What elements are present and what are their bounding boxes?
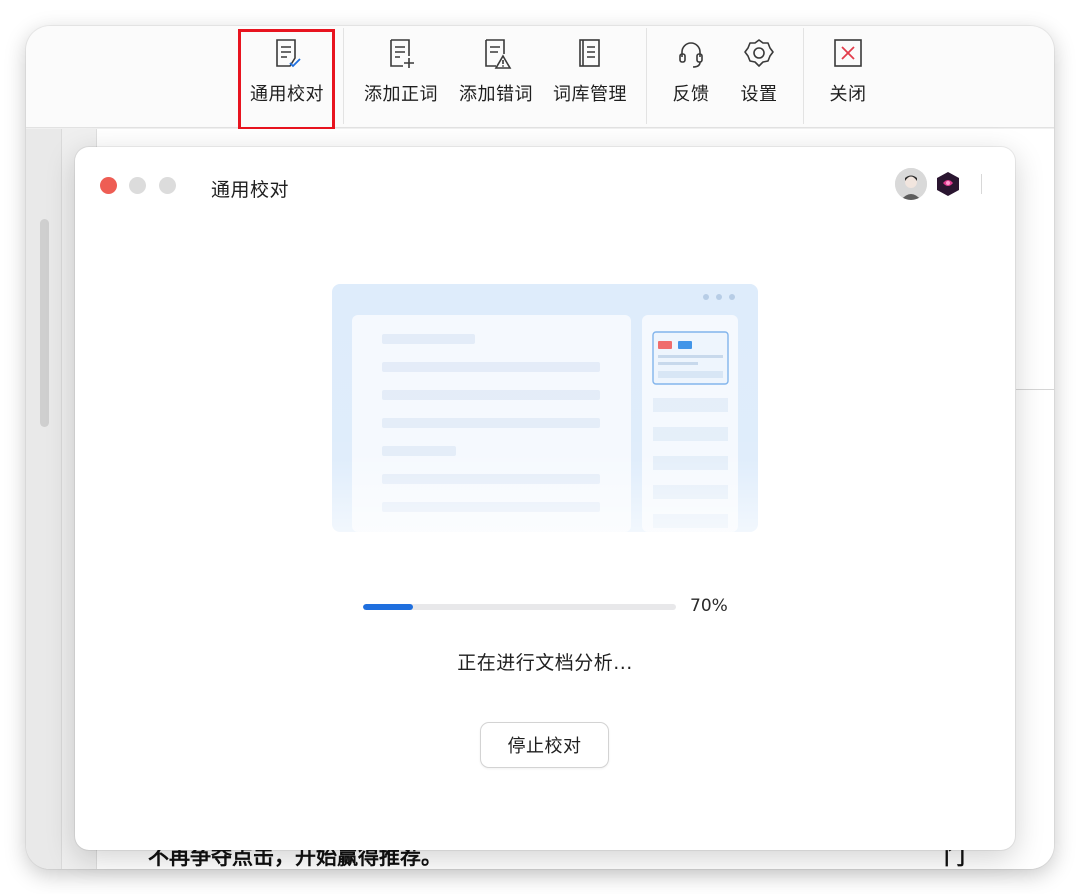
window-zoom-button[interactable] [159, 177, 176, 194]
add-wrong-word-button[interactable]: 添加错词 [457, 26, 535, 128]
settings-button[interactable]: 设置 [734, 26, 784, 128]
book-icon [579, 39, 600, 67]
document-add-icon [390, 39, 414, 68]
progress-fill [363, 604, 414, 610]
stop-proofread-button[interactable]: 停止校对 [480, 722, 609, 768]
toolbar-item-label: 词库管理 [553, 84, 627, 105]
window-close-button[interactable] [100, 177, 117, 194]
document-check-icon [276, 39, 301, 68]
status-message: 正在进行文档分析... [457, 652, 633, 674]
lexicon-manage-button[interactable]: 词库管理 [551, 26, 629, 128]
headset-icon [679, 42, 703, 68]
document-divider [1016, 389, 1054, 390]
add-correct-word-button[interactable]: 添加正词 [362, 26, 440, 128]
progress-percent: 70% [690, 596, 728, 616]
header-divider [981, 174, 982, 194]
close-box-icon [834, 39, 862, 67]
toolbar: 通用校对 添加正词 添加错词 词库管理 反馈 设置 关闭 [26, 26, 1054, 130]
close-panel-button[interactable]: 关闭 [823, 26, 873, 128]
feedback-button[interactable]: 反馈 [666, 26, 716, 128]
toolbar-divider [343, 28, 344, 124]
dialog-title: 通用校对 [211, 179, 290, 201]
progress-bar [363, 604, 676, 610]
document-analysis-illustration [332, 284, 758, 532]
general-proofread-button[interactable]: 通用校对 [248, 26, 326, 128]
gear-icon [744, 39, 774, 67]
user-avatar-icon [895, 168, 927, 200]
toolbar-item-label: 添加正词 [364, 84, 438, 105]
avatar[interactable] [895, 168, 927, 200]
toolbar-item-label: 通用校对 [250, 84, 324, 105]
toolbar-divider [646, 28, 647, 124]
toolbar-divider [803, 28, 804, 124]
document-warning-icon [485, 39, 512, 69]
document-scrollbar[interactable] [40, 219, 49, 427]
proofread-dialog: 通用校对 70% 正在进行文档分析... 停止校对 [75, 147, 1015, 850]
toolbar-item-label: 关闭 [829, 84, 867, 105]
toolbar-item-label: 设置 [740, 84, 778, 105]
toolbar-item-label: 添加错词 [459, 84, 533, 105]
window-minimize-button[interactable] [129, 177, 146, 194]
toolbar-item-label: 反馈 [672, 84, 710, 105]
brand-logo-icon[interactable] [935, 171, 961, 197]
